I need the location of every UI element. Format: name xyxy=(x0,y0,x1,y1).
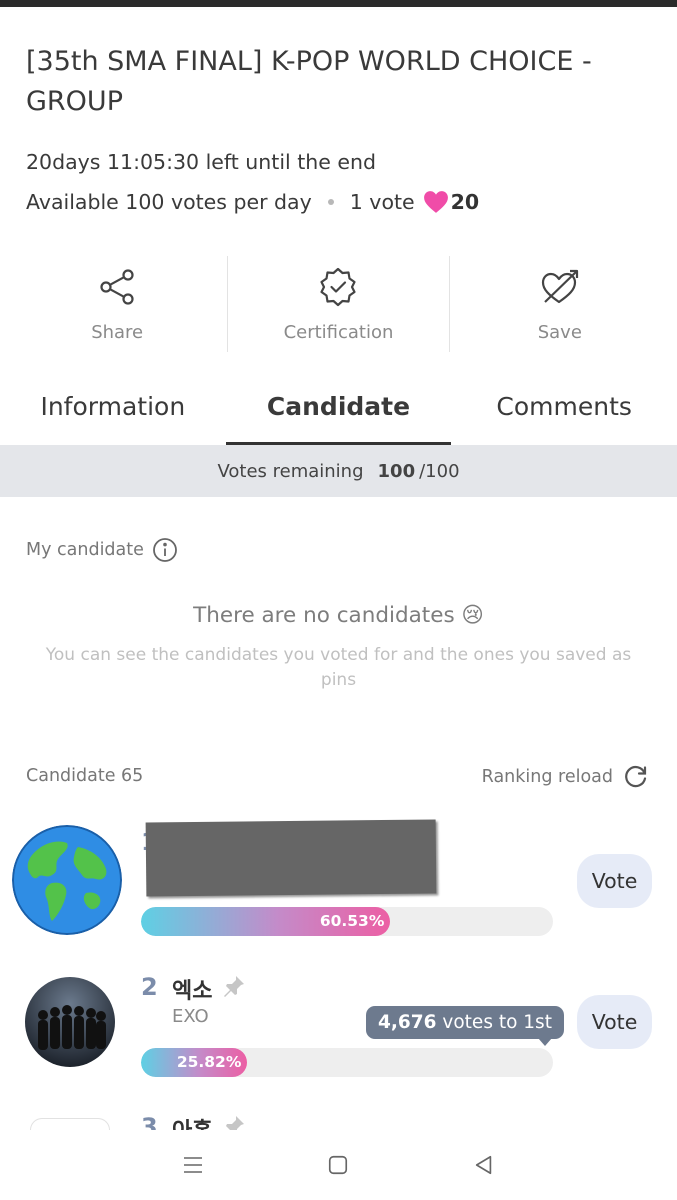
votes-remaining-count: 100 xyxy=(377,460,416,482)
heart-icon xyxy=(423,190,449,214)
tab-information[interactable]: Information xyxy=(0,372,226,445)
votes-to-first-label: votes to 1st xyxy=(436,1012,552,1033)
vote-availability: Available 100 votes per day 1 vote 20 xyxy=(26,190,479,214)
votes-to-first-tooltip: 4,676 votes to 1st xyxy=(366,1006,564,1046)
empty-candidates-subtitle: You can see the candidates you voted for… xyxy=(45,645,632,690)
vote-progress-bar: 25.82% xyxy=(141,1048,553,1077)
page-title: [35th SMA FINAL] K-POP WORLD CHOICE - GR… xyxy=(26,46,592,117)
globe-icon xyxy=(12,825,122,935)
ranking-reload-button[interactable]: Ranking reload xyxy=(482,764,649,790)
vote-percent: 25.82% xyxy=(176,1053,242,1071)
candidate-name: 엑소 xyxy=(172,979,213,1004)
tab-comments[interactable]: Comments xyxy=(451,372,677,445)
vote-progress-fill: 25.82% xyxy=(141,1048,248,1077)
home-button[interactable] xyxy=(318,1145,358,1185)
menu-icon xyxy=(183,1157,202,1173)
save-label: Save xyxy=(537,322,582,343)
candidate-count: Candidate 65 xyxy=(26,766,144,786)
share-label: Share xyxy=(91,322,144,343)
my-candidate-label: My candidate xyxy=(26,540,144,560)
vote-button[interactable]: Vote xyxy=(577,854,652,908)
share-icon xyxy=(100,269,134,305)
save-button[interactable]: Save xyxy=(448,256,670,352)
votes-to-first-count: 4,676 xyxy=(378,1012,437,1033)
back-triangle-icon xyxy=(475,1155,492,1175)
candidate-avatar xyxy=(12,825,122,935)
home-square-icon xyxy=(329,1155,348,1175)
available-votes-text: Available 100 votes per day xyxy=(26,190,312,214)
reload-icon xyxy=(625,766,647,788)
candidate-rank: 2 xyxy=(141,973,158,1001)
votes-remaining-label: Votes remaining xyxy=(217,460,364,482)
votes-remaining-bar: Votes remaining 100 /100 xyxy=(0,445,677,497)
candidate-avatar xyxy=(30,1118,110,1130)
my-candidate-header: My candidate xyxy=(26,537,178,563)
heart-count: 20 xyxy=(450,190,480,214)
tab-bar: Information Candidate Comments xyxy=(0,372,677,445)
pin-icon[interactable] xyxy=(222,974,246,998)
vote-percent: 60.53% xyxy=(319,912,385,930)
group-photo xyxy=(25,977,115,1067)
votes-remaining-total: /100 xyxy=(419,460,460,482)
heart-arrow-icon xyxy=(541,269,578,304)
share-button[interactable]: Share xyxy=(7,256,227,352)
certification-badge-icon xyxy=(320,267,357,307)
empty-candidates-title: There are no candidates 😢 xyxy=(193,603,484,628)
info-icon[interactable] xyxy=(152,537,178,563)
certification-button[interactable]: Certification xyxy=(227,256,448,352)
vote-progress-bar: 60.53% xyxy=(141,907,553,936)
tab-candidate[interactable]: Candidate xyxy=(225,372,452,445)
candidate-avatar xyxy=(25,977,115,1067)
status-bar xyxy=(0,0,677,7)
candidate-subname: EXO xyxy=(172,1006,209,1027)
vote-progress-fill: 60.53% xyxy=(141,907,391,936)
action-bar: Share Certification Save xyxy=(7,256,670,352)
redacted-candidate-name xyxy=(145,819,437,897)
vote-unit-text: 1 vote xyxy=(349,190,415,214)
certification-label: Certification xyxy=(283,322,394,343)
menu-button[interactable] xyxy=(173,1145,213,1185)
separator-dot xyxy=(327,199,334,205)
vote-button[interactable]: Vote xyxy=(577,995,652,1049)
system-navigation-bar xyxy=(0,1130,677,1200)
ranking-reload-label: Ranking reload xyxy=(481,767,613,787)
back-button[interactable] xyxy=(464,1145,504,1185)
deadline-text: 20days 11:05:30 left until the end xyxy=(26,150,377,174)
